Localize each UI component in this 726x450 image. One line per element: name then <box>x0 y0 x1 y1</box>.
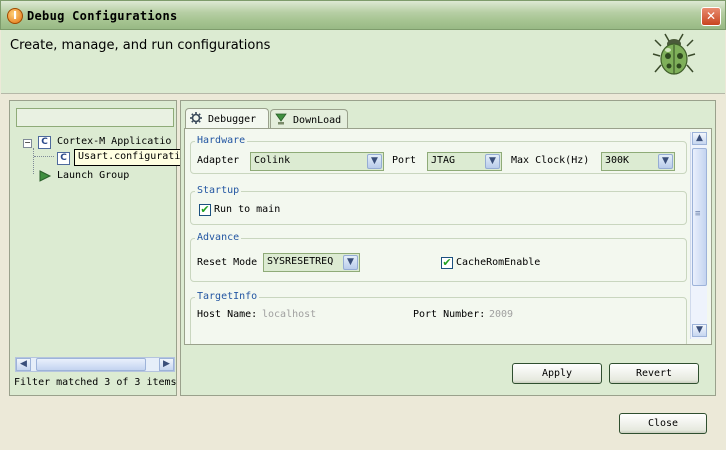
tree-collapse-toggle[interactable]: − <box>23 139 32 148</box>
adapter-select[interactable]: Colink ▼ <box>250 152 384 171</box>
port-select-value: JTAG <box>431 155 456 166</box>
reset-mode-label: Reset Mode <box>197 257 258 268</box>
chevron-down-icon[interactable]: ▼ <box>485 154 500 169</box>
tab-debugger[interactable]: Debugger <box>185 108 269 130</box>
tab-download-label: DownLoad <box>293 115 342 126</box>
close-button[interactable]: Close <box>619 413 707 434</box>
cache-rom-enable-label: CacheRomEnable <box>456 257 541 268</box>
app-icon: I <box>7 8 23 24</box>
grip-icon: ≡ <box>695 209 701 219</box>
host-name-label: Host Name: <box>197 309 258 320</box>
host-name-value: localhost <box>262 309 317 320</box>
tooltip: Usart.configuration <box>74 149 197 166</box>
tree-item-cortex-m-application[interactable]: Cortex-M Applicatio <box>57 136 175 147</box>
tree-line <box>34 156 54 157</box>
max-clock-select[interactable]: 300K ▼ <box>601 152 675 171</box>
download-icon <box>275 113 287 125</box>
configuration-tree-panel: − C Cortex-M Applicatio C Launch Group ◀… <box>9 100 177 396</box>
apply-button[interactable]: Apply <box>512 363 602 384</box>
scrollbar-thumb[interactable] <box>36 358 146 371</box>
title-bar: I Debug Configurations ✕ <box>0 0 726 30</box>
port-number-value: 2009 <box>489 309 514 320</box>
cache-rom-enable-checkbox[interactable]: ✔ <box>441 257 453 269</box>
launch-group-icon <box>39 170 52 182</box>
dialog-header: Create, manage, and run configurations <box>1 30 725 94</box>
tree-item-launch-group[interactable]: Launch Group <box>57 170 129 181</box>
adapter-label: Adapter <box>197 155 240 166</box>
filter-input[interactable] <box>16 108 174 127</box>
bug-icon <box>652 33 696 75</box>
reset-mode-select[interactable]: SYSRESETREQ ▼ <box>263 253 360 272</box>
scroll-up-button[interactable]: ▲ <box>692 132 707 145</box>
c-config-icon: C <box>38 136 51 149</box>
c-config-icon: C <box>57 152 70 165</box>
port-label: Port <box>392 155 417 166</box>
tab-debugger-label: Debugger <box>208 114 257 125</box>
run-to-main-checkbox[interactable]: ✔ <box>199 204 211 216</box>
revert-button[interactable]: Revert <box>609 363 699 384</box>
gear-icon <box>190 112 202 124</box>
hardware-group-title: Hardware <box>195 135 248 146</box>
header-title: Create, manage, and run configurations <box>10 38 271 53</box>
window-title: Debug Configurations <box>27 9 178 23</box>
scroll-down-button[interactable]: ▼ <box>692 324 707 337</box>
reset-mode-select-value: SYSRESETREQ <box>267 256 334 267</box>
target-info-group-title: TargetInfo <box>195 291 260 302</box>
horizontal-scrollbar[interactable]: ◀ ▶ <box>15 357 175 372</box>
startup-group-title: Startup <box>195 185 242 196</box>
scroll-left-button[interactable]: ◀ <box>16 358 31 371</box>
chevron-down-icon[interactable]: ▼ <box>367 154 382 169</box>
max-clock-select-value: 300K <box>605 155 630 166</box>
port-number-label: Port Number: <box>413 309 486 320</box>
filter-status: Filter matched 3 of 3 items <box>14 377 177 388</box>
chevron-down-icon[interactable]: ▼ <box>658 154 673 169</box>
port-select[interactable]: JTAG ▼ <box>427 152 502 171</box>
chevron-down-icon[interactable]: ▼ <box>343 255 358 270</box>
run-to-main-label: Run to main <box>214 204 281 215</box>
adapter-select-value: Colink <box>254 155 291 166</box>
vertical-scrollbar[interactable]: ▲ ≡ ▼ <box>690 132 707 339</box>
advance-group-title: Advance <box>195 232 242 243</box>
window-close-button[interactable]: ✕ <box>701 7 721 26</box>
max-clock-label: Max Clock(Hz) <box>511 155 590 166</box>
target-info-group <box>190 297 687 344</box>
scrollbar-thumb[interactable]: ≡ <box>692 148 707 286</box>
configuration-editor-panel: Debugger DownLoad Hardware Adapter Colin… <box>180 100 716 396</box>
debugger-tab-content: Hardware Adapter Colink ▼ Port JTAG ▼ Ma… <box>184 128 712 345</box>
scroll-right-button[interactable]: ▶ <box>159 358 174 371</box>
tab-download[interactable]: DownLoad <box>270 109 348 129</box>
tree-line <box>33 148 34 174</box>
